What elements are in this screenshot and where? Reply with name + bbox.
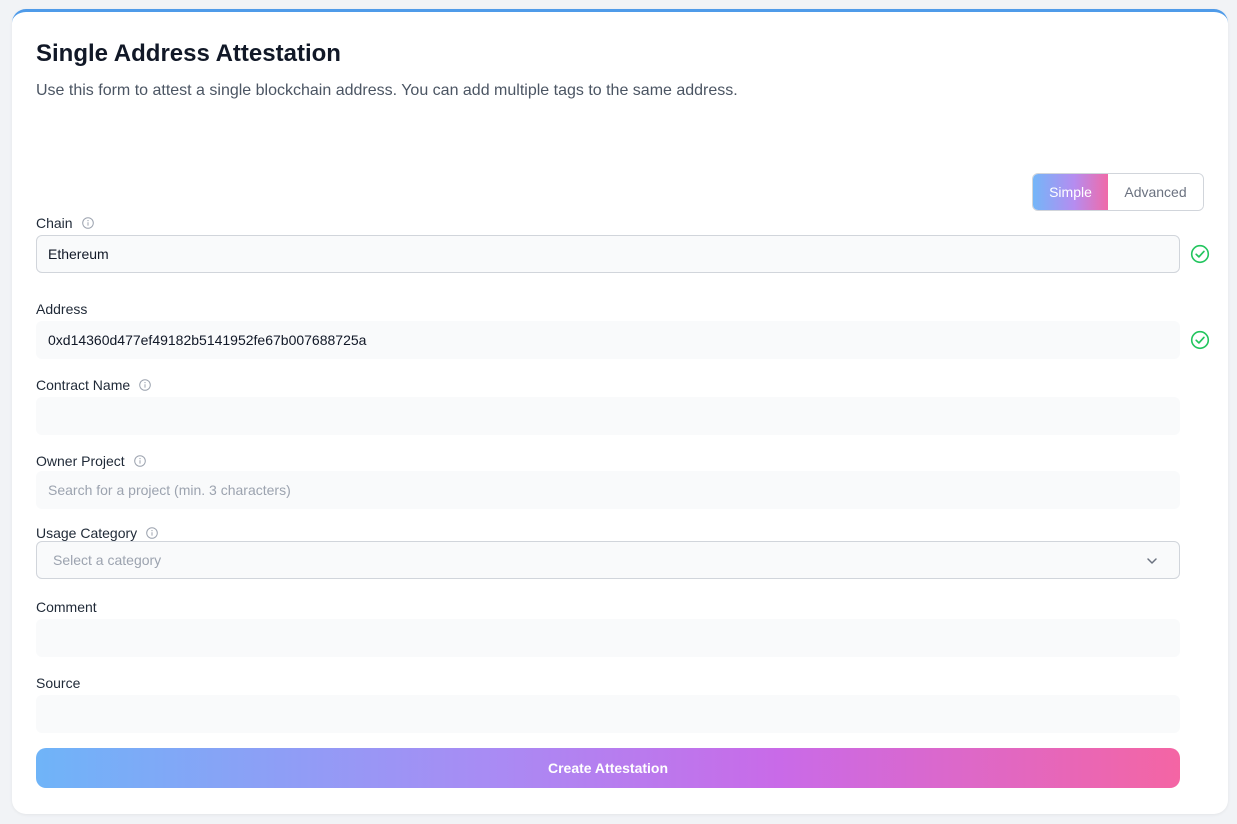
chain-field[interactable] — [36, 235, 1180, 273]
owner-project-search-input[interactable] — [36, 471, 1180, 509]
owner-project-label-row: Owner Project — [36, 453, 146, 469]
chain-label: Chain — [36, 215, 73, 231]
chain-label-row: Chain — [36, 215, 94, 231]
contract-name-label: Contract Name — [36, 377, 131, 393]
page-title: Single Address Attestation — [36, 40, 341, 67]
check-circle-icon — [1190, 244, 1210, 264]
simple-mode-button[interactable]: Simple — [1033, 174, 1108, 210]
contract-name-label-row: Contract Name — [36, 377, 151, 393]
chevron-down-icon — [1147, 558, 1157, 564]
info-icon[interactable] — [146, 527, 158, 539]
page-subtitle: Use this form to attest a single blockch… — [36, 82, 738, 99]
address-label-row: Address — [36, 301, 87, 317]
address-field[interactable] — [36, 321, 1180, 359]
advanced-mode-button[interactable]: Advanced — [1108, 174, 1203, 210]
source-label-row: Source — [36, 675, 80, 691]
usage-category-placeholder: Select a category — [53, 552, 162, 568]
info-icon[interactable] — [133, 455, 146, 467]
address-label: Address — [36, 301, 88, 317]
attestation-card: Single Address Attestation Use this form… — [12, 9, 1228, 814]
usage-category-select[interactable]: Select a category — [36, 541, 1180, 579]
comment-label: Comment — [36, 599, 97, 615]
check-circle-icon — [1190, 330, 1210, 350]
comment-label-row: Comment — [36, 599, 97, 615]
mode-toggle: Simple Advanced — [1032, 173, 1204, 211]
info-icon[interactable] — [139, 379, 151, 391]
source-label: Source — [36, 675, 81, 691]
usage-category-label: Usage Category — [36, 525, 138, 541]
contract-name-field[interactable] — [36, 397, 1180, 435]
info-icon[interactable] — [81, 217, 94, 229]
owner-project-label: Owner Project — [36, 453, 125, 469]
create-attestation-button[interactable]: Create Attestation — [36, 748, 1180, 788]
source-field[interactable] — [36, 695, 1180, 733]
comment-field[interactable] — [36, 619, 1180, 657]
usage-category-label-row: Usage Category — [36, 525, 158, 541]
